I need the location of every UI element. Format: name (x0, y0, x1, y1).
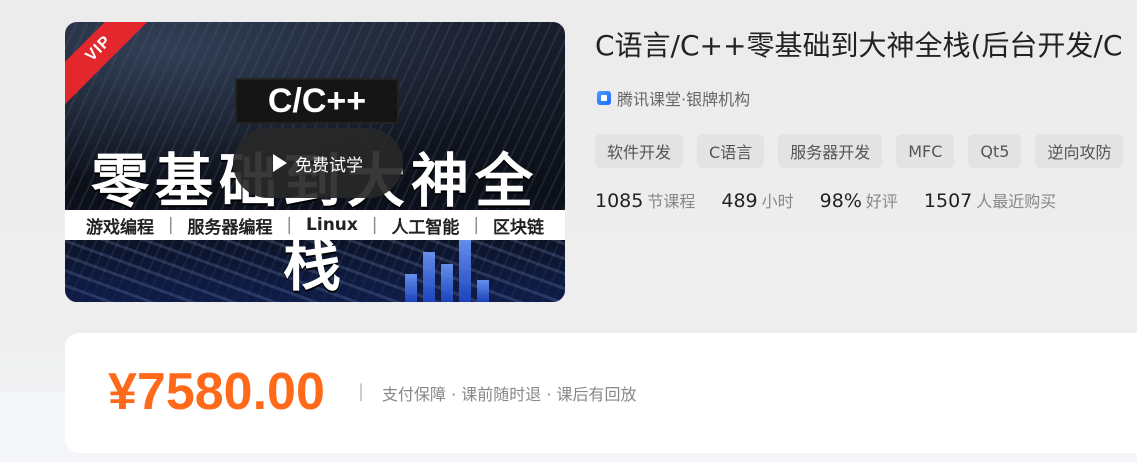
topic-separator: | (167, 215, 174, 235)
stat-unit: 好评 (865, 192, 898, 211)
tag-qt5[interactable]: Qt5 (968, 134, 1022, 168)
stat-number: 1085 (595, 190, 644, 212)
topic-separator: | (473, 215, 480, 235)
stat-recent-buyers: 1507 人最近购买 (924, 188, 1056, 212)
tag-software-dev[interactable]: 软件开发 (595, 134, 684, 168)
play-button-label: 免费试学 (295, 155, 363, 176)
course-tags: 软件开发 C语言 服务器开发 MFC Qt5 逆向攻防 (595, 134, 1124, 168)
topic-item: 区块链 (492, 217, 544, 238)
stat-hours: 489 小时 (721, 188, 793, 212)
topic-item: 游戏编程 (85, 217, 154, 238)
topic-item: 服务器编程 (187, 217, 273, 238)
course-thumbnail[interactable]: VIP C/C++ 零基础到大神全栈 免费试学 游戏编程 | 服务器编程 | L… (65, 22, 565, 302)
stat-number: 1507 (923, 190, 973, 212)
tag-c-language[interactable]: C语言 (697, 134, 765, 168)
topics-bar: 游戏编程 | 服务器编程 | Linux | 人工智能 | 区块链 (65, 210, 565, 240)
tag-reverse[interactable]: 逆向攻防 (1035, 134, 1124, 168)
topic-separator: | (371, 215, 378, 235)
play-icon (273, 154, 287, 172)
organization-name: 腾讯课堂·银牌机构 (617, 90, 751, 109)
topic-item: Linux (306, 215, 358, 235)
course-price: ¥7580.00 (108, 363, 325, 421)
stat-lessons: 1085 节课程 (595, 188, 695, 212)
topic-item: 人工智能 (391, 217, 460, 238)
stat-number: 98% (819, 190, 862, 212)
stat-rating: 98% 好评 (820, 188, 898, 212)
free-trial-play-button[interactable]: 免费试学 (233, 128, 403, 198)
stat-unit: 小时 (761, 192, 794, 211)
course-organization[interactable]: 腾讯课堂·银牌机构 (597, 86, 750, 110)
tag-server-dev[interactable]: 服务器开发 (778, 134, 883, 168)
purchase-guarantee: 支付保障 · 课前随时退 · 课后有回放 (382, 385, 637, 404)
topic-separator: | (286, 215, 293, 235)
course-stats: 1085 节课程 489 小时 98% 好评 1507 人最近购买 (595, 188, 1056, 212)
language-label: C/C++ (235, 78, 399, 124)
course-title: C语言/C++零基础到大神全栈(后台开发/C (595, 29, 1123, 62)
vip-ribbon: VIP (65, 22, 160, 110)
tag-mfc[interactable]: MFC (896, 134, 955, 168)
stat-number: 489 (721, 190, 758, 212)
stat-unit: 节课程 (647, 192, 696, 211)
shield-badge-icon (597, 91, 611, 105)
stat-unit: 人最近购买 (976, 192, 1057, 211)
price-separator: | (358, 381, 365, 402)
